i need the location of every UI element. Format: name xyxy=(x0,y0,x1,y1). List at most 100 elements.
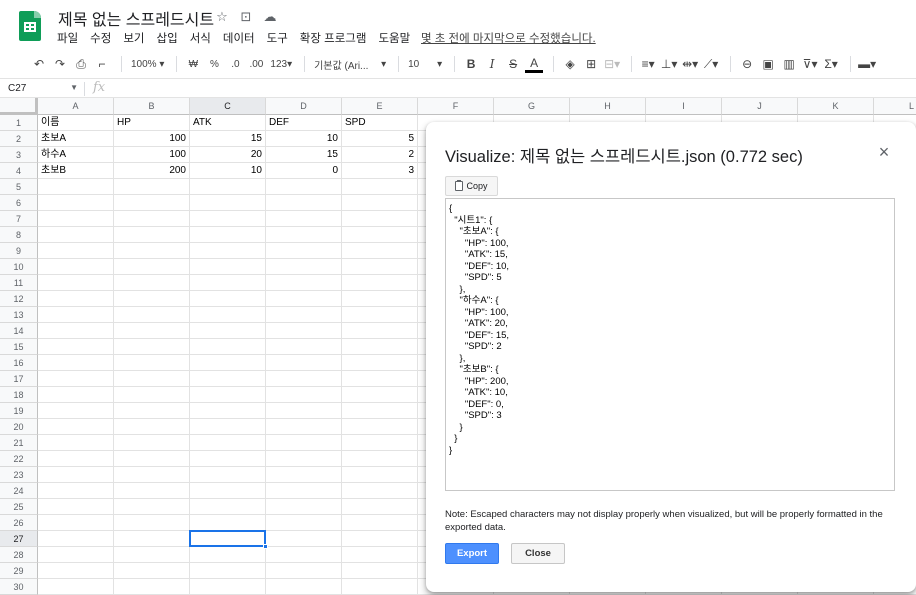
close-icon[interactable]: × xyxy=(876,142,892,163)
row-header[interactable]: 6 xyxy=(0,195,38,211)
cell-a23[interactable] xyxy=(38,467,114,483)
row-header[interactable]: 7 xyxy=(0,211,38,227)
align-icon[interactable]: ≡▾ xyxy=(639,54,657,74)
select-all-corner[interactable] xyxy=(0,98,38,115)
row-header[interactable]: 17 xyxy=(0,371,38,387)
font-size-select[interactable]: 10 ▾ xyxy=(406,54,444,74)
copy-button[interactable]: Copy xyxy=(445,176,498,196)
row-header[interactable]: 13 xyxy=(0,307,38,323)
cell-b16[interactable] xyxy=(114,355,190,371)
cell-d5[interactable] xyxy=(266,179,342,195)
cell-c10[interactable] xyxy=(190,259,266,275)
row-header[interactable]: 27 xyxy=(0,531,38,547)
cell-c1[interactable]: ATK xyxy=(190,115,266,131)
cell-d20[interactable] xyxy=(266,419,342,435)
cell-d14[interactable] xyxy=(266,323,342,339)
cell-b2[interactable]: 100 xyxy=(114,131,190,147)
cell-c9[interactable] xyxy=(190,243,266,259)
cell-c22[interactable] xyxy=(190,451,266,467)
row-header[interactable]: 25 xyxy=(0,499,38,515)
fill-handle[interactable] xyxy=(263,544,268,549)
cell-c23[interactable] xyxy=(190,467,266,483)
row-header[interactable]: 5 xyxy=(0,179,38,195)
cell-e27[interactable] xyxy=(342,531,418,547)
cell-d28[interactable] xyxy=(266,547,342,563)
cell-c17[interactable] xyxy=(190,371,266,387)
keyboard-icon[interactable]: ▬▾ xyxy=(858,54,876,74)
cell-e21[interactable] xyxy=(342,435,418,451)
menu-item[interactable]: 도구 xyxy=(267,30,288,46)
menu-item[interactable]: 확장 프로그램 xyxy=(300,30,367,46)
cell-b22[interactable] xyxy=(114,451,190,467)
cell-b25[interactable] xyxy=(114,499,190,515)
cell-d9[interactable] xyxy=(266,243,342,259)
cell-b13[interactable] xyxy=(114,307,190,323)
cell-c30[interactable] xyxy=(190,579,266,595)
cell-a15[interactable] xyxy=(38,339,114,355)
cell-d24[interactable] xyxy=(266,483,342,499)
cell-c13[interactable] xyxy=(190,307,266,323)
cell-e8[interactable] xyxy=(342,227,418,243)
row-header[interactable]: 11 xyxy=(0,275,38,291)
cell-d8[interactable] xyxy=(266,227,342,243)
row-header[interactable]: 21 xyxy=(0,435,38,451)
cell-d18[interactable] xyxy=(266,387,342,403)
row-header[interactable]: 22 xyxy=(0,451,38,467)
row-header[interactable]: 18 xyxy=(0,387,38,403)
currency-button[interactable]: ₩ xyxy=(184,54,202,74)
link-icon[interactable]: ⊖ xyxy=(738,54,756,74)
cell-b6[interactable] xyxy=(114,195,190,211)
column-header[interactable]: H xyxy=(570,98,646,115)
cell-a19[interactable] xyxy=(38,403,114,419)
cell-e10[interactable] xyxy=(342,259,418,275)
zoom-select[interactable]: 100% ▾ xyxy=(129,54,166,74)
cell-b23[interactable] xyxy=(114,467,190,483)
paint-format-icon[interactable]: ⌐ xyxy=(93,54,111,74)
column-header[interactable]: L xyxy=(874,98,916,115)
cell-a3[interactable]: 하수A xyxy=(38,147,114,163)
cell-a13[interactable] xyxy=(38,307,114,323)
column-header[interactable]: D xyxy=(266,98,342,115)
cell-d25[interactable] xyxy=(266,499,342,515)
cell-c29[interactable] xyxy=(190,563,266,579)
export-button[interactable]: Export xyxy=(445,543,499,564)
row-header[interactable]: 14 xyxy=(0,323,38,339)
cell-c2[interactable]: 15 xyxy=(190,131,266,147)
cell-e7[interactable] xyxy=(342,211,418,227)
cell-b28[interactable] xyxy=(114,547,190,563)
cell-e26[interactable] xyxy=(342,515,418,531)
cell-a2[interactable]: 초보A xyxy=(38,131,114,147)
cell-c12[interactable] xyxy=(190,291,266,307)
row-header[interactable]: 28 xyxy=(0,547,38,563)
cell-d16[interactable] xyxy=(266,355,342,371)
comment-icon[interactable]: ▣ xyxy=(759,54,777,74)
row-header[interactable]: 24 xyxy=(0,483,38,499)
row-header[interactable]: 23 xyxy=(0,467,38,483)
cell-d12[interactable] xyxy=(266,291,342,307)
cell-d1[interactable]: DEF xyxy=(266,115,342,131)
cell-a6[interactable] xyxy=(38,195,114,211)
column-header[interactable]: C xyxy=(190,98,266,115)
cell-b5[interactable] xyxy=(114,179,190,195)
row-header[interactable]: 3 xyxy=(0,147,38,163)
cell-a17[interactable] xyxy=(38,371,114,387)
cell-e25[interactable] xyxy=(342,499,418,515)
row-header[interactable]: 12 xyxy=(0,291,38,307)
name-box[interactable]: C27 ▼ xyxy=(8,83,80,94)
cell-a16[interactable] xyxy=(38,355,114,371)
cell-c20[interactable] xyxy=(190,419,266,435)
rotate-icon[interactable]: ⟋▾ xyxy=(702,54,720,74)
cell-d21[interactable] xyxy=(266,435,342,451)
print-icon[interactable]: ⎙ xyxy=(72,54,90,74)
cell-c26[interactable] xyxy=(190,515,266,531)
cell-e19[interactable] xyxy=(342,403,418,419)
row-header[interactable]: 4 xyxy=(0,163,38,179)
cell-e16[interactable] xyxy=(342,355,418,371)
cell-b30[interactable] xyxy=(114,579,190,595)
filter-icon[interactable]: ⊽▾ xyxy=(801,54,819,74)
menu-item[interactable]: 데이터 xyxy=(223,30,255,46)
cell-b19[interactable] xyxy=(114,403,190,419)
cell-a18[interactable] xyxy=(38,387,114,403)
cell-a22[interactable] xyxy=(38,451,114,467)
cell-c5[interactable] xyxy=(190,179,266,195)
